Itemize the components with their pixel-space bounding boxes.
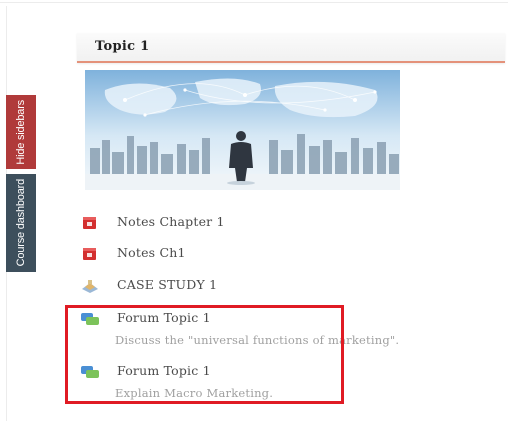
activity-label[interactable]: Forum Topic 1 [117,310,211,325]
course-dashboard-label: Course dashboard [15,179,27,267]
topic-banner-image [85,70,400,190]
activity-forum-topic-1[interactable]: Forum Topic 1 [80,308,280,332]
assignment-icon [80,278,100,294]
forum-icon [80,364,100,380]
top-divider [0,2,508,3]
activity-forum-topic-1-second[interactable]: Forum Topic 1 [80,361,280,385]
course-dashboard-tab[interactable]: Course dashboard [6,174,36,272]
activity-description: Discuss the "universal functions of mark… [115,333,400,347]
topic-header: Topic 1 [77,33,505,63]
hide-sidebars-label: Hide sidebars [15,99,27,165]
activity-notes-chapter-1[interactable]: Notes Chapter 1 [80,212,280,236]
activity-notes-ch1[interactable]: Notes Ch1 [80,243,280,267]
activity-case-study-1[interactable]: CASE STUDY 1 [80,275,280,299]
activity-label[interactable]: Forum Topic 1 [117,363,211,378]
activity-label[interactable]: Notes Ch1 [117,245,186,260]
activity-description: Explain Macro Marketing. [115,386,274,400]
hide-sidebars-tab[interactable]: Hide sidebars [6,95,36,169]
city-network-illustration [85,70,400,190]
topic-title: Topic 1 [95,39,150,54]
activity-label[interactable]: CASE STUDY 1 [117,277,217,292]
pdf-file-icon [80,215,100,231]
pdf-file-icon [80,246,100,262]
forum-icon [80,311,100,327]
activity-label[interactable]: Notes Chapter 1 [117,214,225,229]
